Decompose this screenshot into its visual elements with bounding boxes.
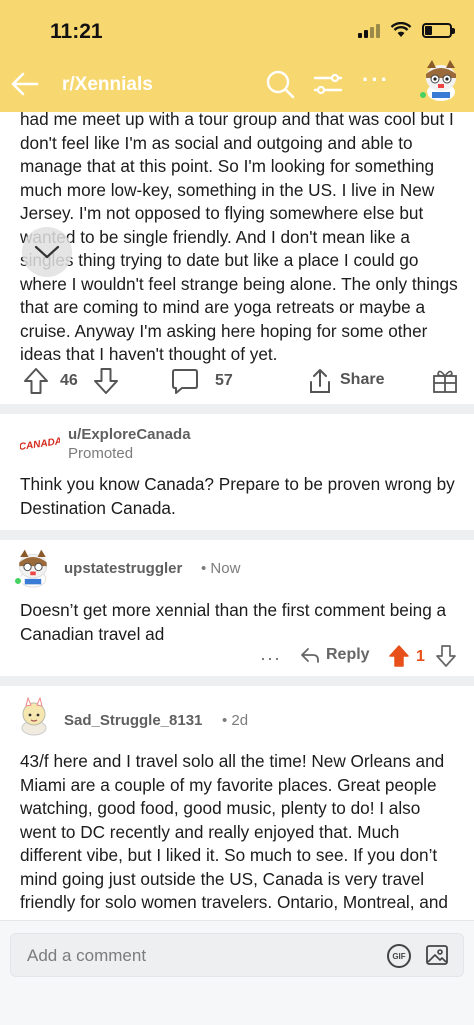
- comment-vote-count: 1: [416, 648, 425, 665]
- sort-filter-icon[interactable]: [312, 68, 344, 100]
- more-options-icon[interactable]: ···: [260, 648, 281, 669]
- promoted-text: Think you know Canada? Prepare to be pro…: [20, 474, 455, 518]
- upvote-active-icon[interactable]: [388, 644, 410, 668]
- comment-bubble-icon[interactable]: [170, 366, 200, 396]
- search-icon[interactable]: [264, 68, 296, 100]
- back-arrow-icon[interactable]: [10, 70, 40, 98]
- reply-label: Reply: [326, 646, 370, 663]
- status-icons: [358, 22, 455, 38]
- gif-button[interactable]: GIF: [387, 944, 411, 968]
- upvote-icon[interactable]: [22, 366, 50, 396]
- comment-placeholder: Add a comment: [27, 946, 147, 965]
- image-upload-icon[interactable]: [425, 943, 449, 967]
- comment-text: Doesn’t get more xennial than the first …: [20, 600, 447, 644]
- chevron-down-icon: [34, 245, 60, 259]
- user-avatar[interactable]: [418, 56, 464, 102]
- svg-text:CANADA: CANADA: [20, 436, 60, 453]
- status-time: 11:21: [50, 20, 103, 43]
- explore-canada-logo: CANADA: [18, 428, 62, 454]
- snoo-avatar-icon: [21, 696, 47, 736]
- reply-button[interactable]: Reply: [300, 646, 370, 664]
- online-status-dot: [13, 576, 23, 586]
- post-body-text: had me meet up with a tour group and tha…: [20, 109, 458, 364]
- post-vote-count: 46: [60, 372, 78, 389]
- downvote-icon[interactable]: [92, 366, 120, 396]
- online-status-dot: [418, 90, 428, 100]
- comment-item: upstatestruggler • Now Doesn’t get more …: [0, 540, 474, 674]
- comment-author[interactable]: upstatestruggler: [64, 560, 182, 577]
- comment-text: 43/f here and I travel solo all the time…: [20, 751, 448, 912]
- cellular-signal-icon: [358, 22, 380, 38]
- section-divider: [0, 404, 474, 414]
- post-comment-count: 57: [215, 372, 233, 389]
- add-comment-input[interactable]: Add a comment GIF: [10, 933, 464, 977]
- comment-item: Sad_Struggle_8131 • 2d 43/f here and I t…: [0, 686, 474, 920]
- section-divider: [0, 676, 474, 686]
- commenter-avatar[interactable]: [14, 696, 54, 736]
- comment-actions: ··· Reply 1: [0, 644, 474, 674]
- promoted-label: Promoted: [68, 445, 134, 462]
- promoted-comment[interactable]: CANADA u/ExploreCanada Promoted Think yo…: [0, 414, 474, 530]
- section-divider: [0, 530, 474, 540]
- battery-icon: [422, 22, 455, 38]
- wifi-icon: [390, 22, 412, 37]
- downvote-icon[interactable]: [435, 644, 457, 668]
- subreddit-title[interactable]: r/Xennials: [62, 74, 153, 96]
- share-icon[interactable]: [306, 366, 334, 396]
- commenter-avatar[interactable]: [12, 546, 52, 588]
- comment-composer-bar: Add a comment GIF: [0, 920, 474, 1025]
- promoted-author[interactable]: u/ExploreCanada: [68, 426, 191, 443]
- award-gift-icon[interactable]: [432, 366, 458, 394]
- more-options-icon[interactable]: ···: [362, 68, 394, 100]
- comment-author[interactable]: Sad_Struggle_8131: [64, 712, 202, 729]
- nav-bar: r/Xennials ···: [0, 60, 474, 106]
- share-button-label[interactable]: Share: [340, 371, 384, 389]
- collapse-button[interactable]: [22, 227, 72, 277]
- post-action-bar: 46 57 Share: [0, 360, 474, 404]
- comment-timestamp: • 2d: [222, 712, 249, 729]
- reply-arrow-icon: [301, 648, 319, 663]
- app-header: 11:21 r/Xennials ···: [0, 0, 474, 112]
- comment-timestamp: • Now: [201, 560, 241, 577]
